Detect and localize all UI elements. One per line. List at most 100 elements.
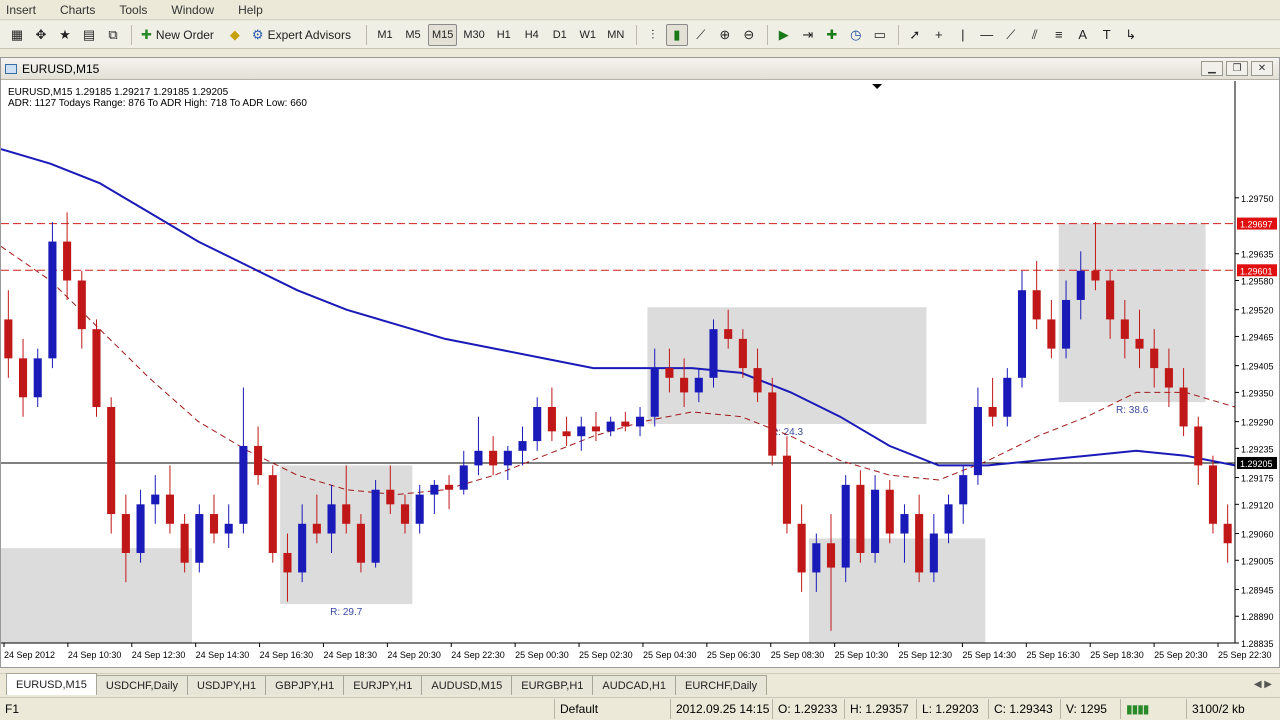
chart-shift-icon[interactable]: ⇥ (797, 24, 819, 46)
chart-tab[interactable]: AUDCAD,H1 (592, 675, 676, 695)
trendline-icon[interactable]: ⟋ (1000, 24, 1022, 46)
candle-body[interactable] (724, 329, 733, 339)
zoom-out-icon[interactable]: ⊖ (738, 24, 760, 46)
candle-body[interactable] (92, 329, 101, 408)
candle-body[interactable] (782, 455, 791, 524)
candle-body[interactable] (77, 280, 86, 330)
candle-body[interactable] (503, 450, 512, 466)
fibonacci-icon[interactable]: ≡ (1048, 24, 1070, 46)
profiles-icon[interactable]: ★ (54, 24, 76, 46)
candle-body[interactable] (459, 465, 468, 490)
candle-body[interactable] (753, 368, 762, 393)
candle-body[interactable] (518, 441, 527, 451)
menu-item-tools[interactable]: Tools (119, 3, 147, 17)
arrows-icon[interactable]: ↳ (1120, 24, 1142, 46)
candle-body[interactable] (1062, 299, 1071, 349)
candle-body[interactable] (1164, 368, 1173, 388)
candle-body[interactable] (1194, 426, 1203, 466)
autoscroll-icon[interactable]: ▶ (773, 24, 795, 46)
periods-icon[interactable]: ◷ (845, 24, 867, 46)
crosshair-icon[interactable]: + (928, 24, 950, 46)
candle-body[interactable] (1150, 348, 1159, 369)
candle-body[interactable] (606, 421, 615, 432)
candle-body[interactable] (268, 475, 277, 553)
candle-body[interactable] (165, 494, 174, 524)
candle-body[interactable] (533, 407, 542, 442)
chart-tab[interactable]: EURGBP,H1 (511, 675, 594, 695)
timeframe-m1-button[interactable]: M1 (372, 24, 398, 46)
candle-body[interactable] (136, 504, 145, 553)
expert-advisors-button[interactable]: ⚙ Expert Advisors (248, 24, 359, 46)
candle-body[interactable] (474, 450, 483, 466)
candle-body[interactable] (915, 514, 924, 573)
candle-body[interactable] (63, 241, 72, 281)
candle-body[interactable] (298, 523, 307, 573)
candle-body[interactable] (4, 319, 13, 359)
candlestick-icon[interactable]: ▮ (665, 23, 688, 46)
candle-body[interactable] (812, 543, 821, 573)
candle-body[interactable] (342, 504, 351, 524)
zoom-in-icon[interactable]: ⊕ (714, 24, 736, 46)
candle-body[interactable] (577, 426, 586, 437)
candle-body[interactable] (1003, 377, 1012, 417)
candle-body[interactable] (239, 445, 248, 524)
timeframe-mn-button[interactable]: MN (603, 24, 629, 46)
chart-tab[interactable]: AUDUSD,M15 (421, 675, 513, 695)
candle-body[interactable] (885, 489, 894, 534)
tab-scroll-icon[interactable]: ◀ ▶ (1254, 679, 1272, 690)
candle-body[interactable] (635, 416, 645, 427)
chart-tab[interactable]: GBPJPY,H1 (265, 675, 345, 695)
candle-body[interactable] (121, 514, 130, 553)
maximize-button[interactable]: ❐ (1226, 61, 1248, 76)
candle-body[interactable] (694, 377, 703, 393)
vertical-line-icon[interactable]: | (952, 24, 974, 46)
chart-tab[interactable]: USDCHF,Daily (95, 675, 189, 695)
minimize-button[interactable]: ▁ (1201, 61, 1223, 76)
candle-body[interactable] (312, 523, 321, 534)
chart-window-titlebar[interactable]: EURUSD,M15 ▁ ❐ ✕ (1, 58, 1279, 80)
market-watch-icon[interactable]: ▤ (78, 24, 100, 46)
chart-tab[interactable]: EURJPY,H1 (343, 675, 423, 695)
candle-body[interactable] (768, 392, 777, 456)
candle-body[interactable] (944, 504, 953, 534)
text-tool-icon[interactable]: A (1072, 24, 1094, 46)
candle-body[interactable] (900, 514, 909, 534)
candle-body[interactable] (621, 421, 630, 427)
candle-body[interactable] (107, 407, 116, 515)
candle-body[interactable] (283, 552, 292, 573)
timeframe-h1-button[interactable]: H1 (491, 24, 517, 46)
candle-body[interactable] (929, 533, 938, 573)
candle-body[interactable] (415, 494, 424, 524)
candle-body[interactable] (48, 241, 57, 359)
candle-body[interactable] (738, 338, 747, 369)
candle-body[interactable] (650, 368, 659, 417)
candle-body[interactable] (1106, 280, 1115, 320)
candle-body[interactable] (547, 407, 556, 432)
candle-body[interactable] (430, 484, 439, 495)
candle-body[interactable] (797, 523, 806, 573)
candle-body[interactable] (1032, 290, 1041, 320)
candle-body[interactable] (151, 494, 160, 505)
candle-body[interactable] (356, 523, 365, 563)
new-order-button[interactable]: ✚ New Order (137, 24, 222, 46)
chart-tab[interactable]: EURCHF,Daily (675, 675, 768, 695)
candle-body[interactable] (973, 407, 982, 476)
candle-body[interactable] (871, 489, 880, 553)
chart-tab[interactable]: EURUSD,M15 (6, 673, 97, 695)
templates-icon[interactable]: ▭ (869, 24, 891, 46)
horizontal-line-icon[interactable]: — (976, 24, 998, 46)
menu-item-charts[interactable]: Charts (60, 3, 95, 17)
timeframe-m15-button[interactable]: M15 (427, 23, 458, 46)
alert-icon[interactable]: ◆ (224, 24, 246, 46)
candle-body[interactable] (1076, 270, 1085, 300)
close-button[interactable]: ✕ (1251, 61, 1273, 76)
candle-body[interactable] (841, 484, 850, 568)
channel-icon[interactable]: ⫽ (1024, 24, 1046, 46)
candle-body[interactable] (180, 523, 189, 563)
candle-body[interactable] (665, 368, 674, 378)
new-chart-icon[interactable]: ▦ (6, 24, 28, 46)
candle-body[interactable] (1120, 319, 1129, 339)
candle-body[interactable] (1047, 319, 1056, 349)
candle-body[interactable] (195, 514, 204, 563)
timeframe-d1-button[interactable]: D1 (547, 24, 573, 46)
